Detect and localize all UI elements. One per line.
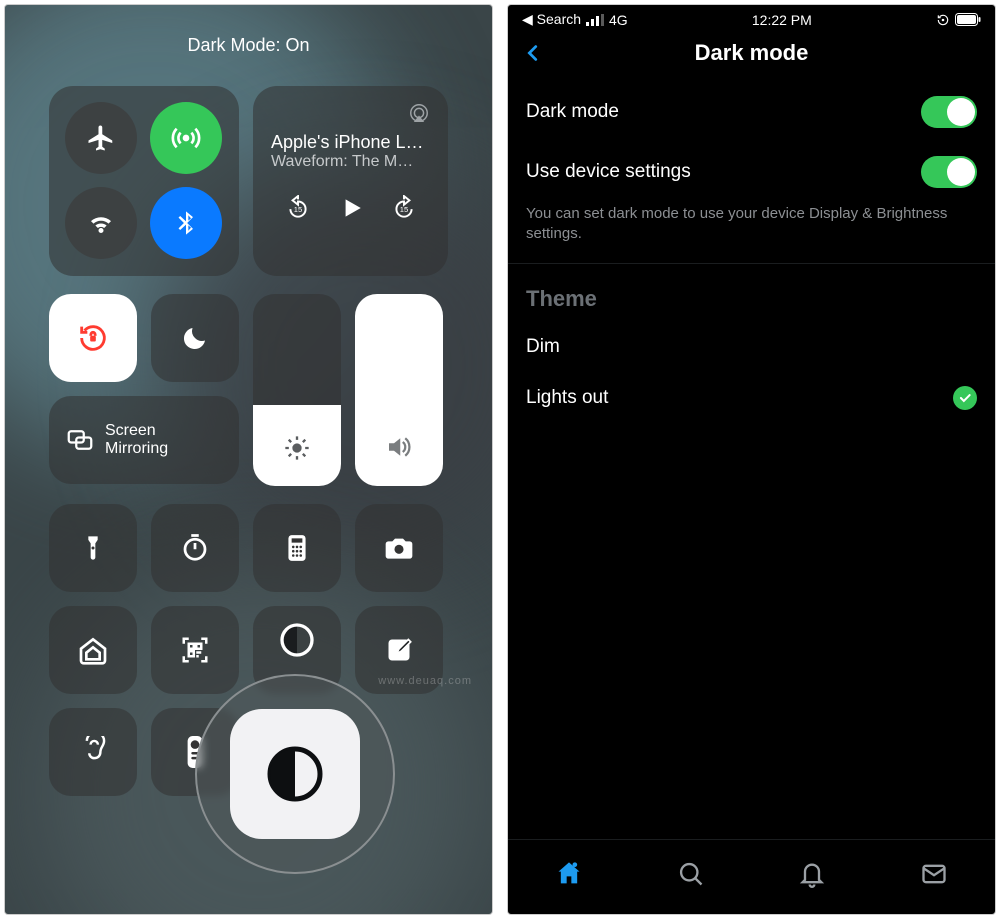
timer-icon bbox=[180, 533, 210, 563]
cellular-icon bbox=[170, 122, 202, 154]
shortcut-icon bbox=[277, 620, 317, 660]
settings-description: You can set dark mode to use your device… bbox=[508, 202, 995, 264]
qr-scan-button[interactable] bbox=[151, 606, 239, 694]
notes-button[interactable] bbox=[355, 606, 443, 694]
magnifier-highlight bbox=[195, 674, 395, 874]
toggle-switch[interactable] bbox=[921, 156, 977, 188]
hearing-button[interactable] bbox=[49, 708, 137, 796]
airplane-icon bbox=[86, 123, 116, 153]
media-platter[interactable]: Apple's iPhone L… Waveform: The M… 15 15 bbox=[253, 86, 448, 276]
bell-tab-icon bbox=[798, 860, 826, 888]
battery-icon bbox=[955, 13, 981, 26]
back-button[interactable] bbox=[522, 42, 544, 64]
svg-text:15: 15 bbox=[399, 205, 407, 214]
wifi-button[interactable] bbox=[65, 187, 137, 259]
signal-icon bbox=[586, 14, 604, 26]
flashlight-button[interactable] bbox=[49, 504, 137, 592]
dark-mode-toggle-row[interactable]: Dark mode bbox=[508, 82, 995, 142]
orientation-lock-status-icon bbox=[936, 13, 950, 27]
volume-slider[interactable] bbox=[355, 294, 443, 486]
theme-lights-out-label: Lights out bbox=[526, 387, 608, 409]
app-settings-screenshot: ◀ Search 4G 12:22 PM Dark mode Dark mode… bbox=[507, 4, 996, 915]
page-title: Dark mode bbox=[695, 40, 809, 66]
theme-option-dim[interactable]: Dim bbox=[508, 322, 995, 372]
flashlight-icon bbox=[79, 534, 107, 562]
airplane-mode-button[interactable] bbox=[65, 102, 137, 174]
calculator-button[interactable] bbox=[253, 504, 341, 592]
check-icon bbox=[953, 386, 977, 410]
dark-mode-toggle-button[interactable] bbox=[230, 709, 360, 839]
use-device-settings-row[interactable]: Use device settings bbox=[508, 142, 995, 202]
network-label: 4G bbox=[609, 12, 628, 28]
rotation-lock-icon bbox=[76, 321, 110, 355]
tab-messages[interactable] bbox=[873, 860, 995, 888]
media-title: Apple's iPhone L… bbox=[271, 132, 430, 153]
status-time: 12:22 PM bbox=[752, 12, 812, 28]
screen-mirroring-button[interactable]: ScreenMirroring bbox=[49, 396, 239, 484]
play-icon[interactable] bbox=[338, 195, 364, 221]
airplay-icon[interactable] bbox=[408, 102, 430, 124]
brightness-icon bbox=[283, 434, 311, 462]
camera-button[interactable] bbox=[355, 504, 443, 592]
theme-section-header: Theme bbox=[508, 264, 995, 322]
back-15-icon[interactable]: 15 bbox=[285, 195, 311, 221]
moon-icon bbox=[180, 323, 210, 353]
bluetooth-icon bbox=[172, 209, 200, 237]
media-subtitle: Waveform: The M… bbox=[271, 153, 430, 171]
screen-mirroring-icon bbox=[65, 425, 95, 455]
dark-mode-label: Dark mode bbox=[526, 101, 619, 123]
cellular-data-button[interactable] bbox=[150, 102, 222, 174]
dark-mode-status-label: Dark Mode: On bbox=[49, 35, 448, 56]
tab-home[interactable] bbox=[508, 860, 630, 888]
qr-scan-icon bbox=[180, 635, 210, 665]
dark-mode-icon bbox=[265, 744, 325, 804]
svg-text:15: 15 bbox=[293, 205, 301, 214]
rotation-lock-button[interactable] bbox=[49, 294, 137, 382]
theme-dim-label: Dim bbox=[526, 336, 560, 358]
status-bar: ◀ Search 4G 12:22 PM bbox=[508, 5, 995, 34]
tab-notifications[interactable] bbox=[752, 860, 874, 888]
hearing-icon bbox=[78, 736, 108, 768]
calculator-icon bbox=[284, 533, 310, 563]
back-to-app-indicator[interactable]: ◀ Search bbox=[522, 11, 581, 28]
mail-tab-icon bbox=[920, 860, 948, 888]
control-center-screenshot: Dark Mode: On bbox=[4, 4, 493, 915]
fwd-15-icon[interactable]: 15 bbox=[391, 195, 417, 221]
volume-icon bbox=[384, 432, 414, 462]
camera-icon bbox=[383, 532, 415, 564]
home-icon bbox=[77, 634, 109, 666]
home-button[interactable] bbox=[49, 606, 137, 694]
timer-button[interactable] bbox=[151, 504, 239, 592]
tab-search[interactable] bbox=[630, 860, 752, 888]
do-not-disturb-button[interactable] bbox=[151, 294, 239, 382]
compose-icon bbox=[385, 636, 413, 664]
connectivity-platter[interactable] bbox=[49, 86, 239, 276]
wifi-icon bbox=[86, 208, 116, 238]
nav-bar: Dark mode bbox=[508, 34, 995, 72]
toggle-switch[interactable] bbox=[921, 96, 977, 128]
theme-option-lights-out[interactable]: Lights out bbox=[508, 372, 995, 424]
search-tab-icon bbox=[677, 860, 705, 888]
home-tab-icon bbox=[555, 860, 583, 888]
brightness-slider[interactable] bbox=[253, 294, 341, 486]
use-device-settings-label: Use device settings bbox=[526, 161, 691, 183]
bluetooth-button[interactable] bbox=[150, 187, 222, 259]
screen-mirroring-label: ScreenMirroring bbox=[105, 422, 168, 459]
tab-bar bbox=[508, 839, 995, 914]
